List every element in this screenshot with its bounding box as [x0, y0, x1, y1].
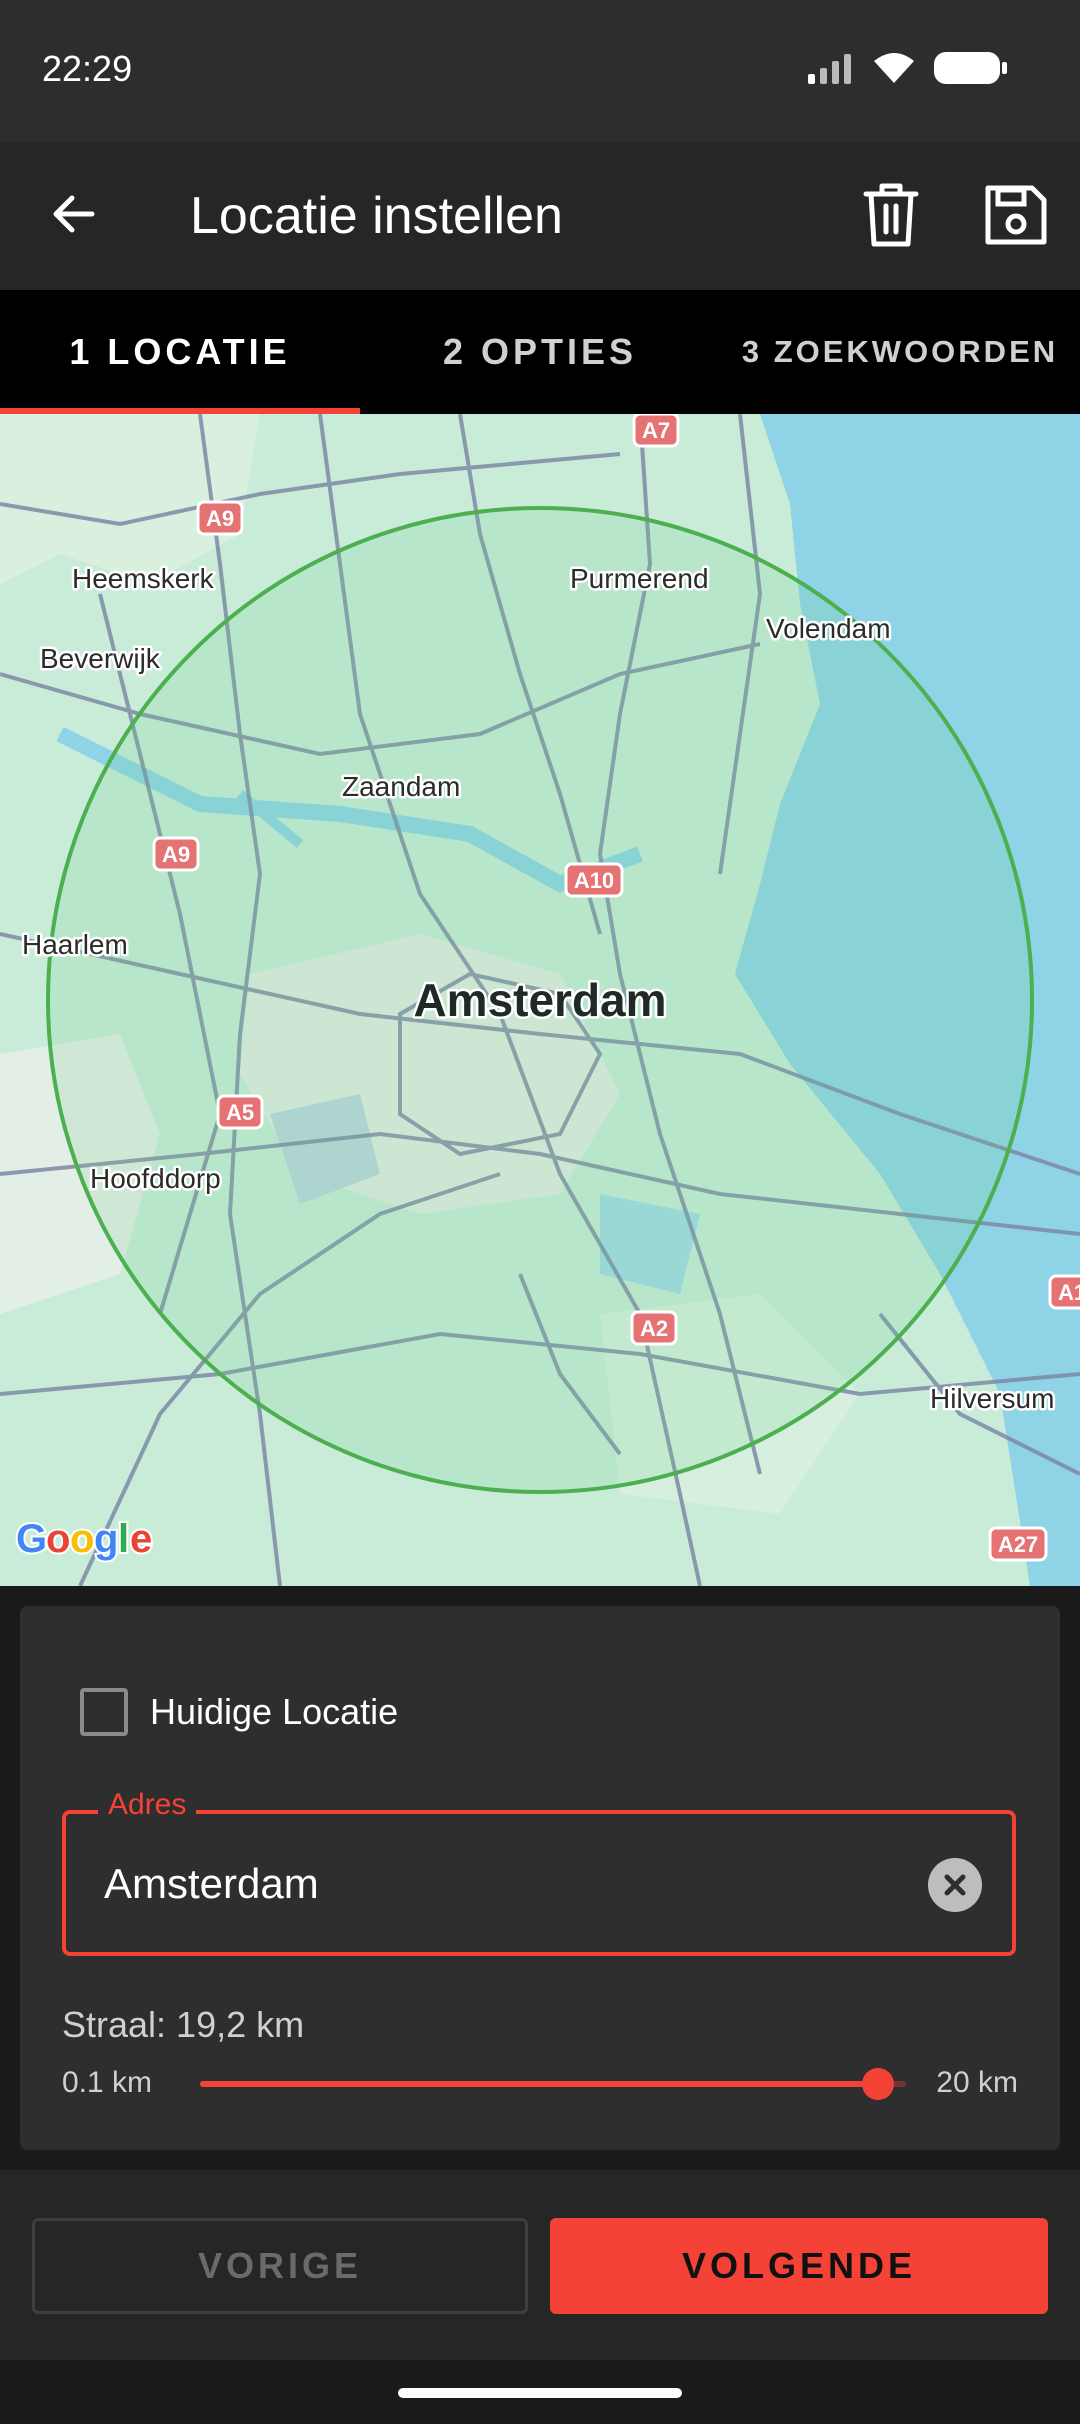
address-field-label: Adres [98, 1788, 197, 1822]
road-shield-a1: A1 [1048, 1274, 1080, 1310]
status-icons [808, 50, 1008, 86]
svg-text:A27: A27 [998, 1532, 1038, 1557]
address-input[interactable]: Amsterdam [104, 1860, 319, 1908]
place-label-amsterdam: Amsterdam [413, 974, 666, 1026]
road-shield-a27: A27 [988, 1526, 1048, 1562]
svg-text:o: o [70, 1517, 94, 1561]
tab-bar: 1 LOCATIE 2 OPTIES 3 ZOEKWOORDEN [0, 290, 1080, 414]
app-bar: Locatie instellen [0, 142, 1080, 290]
road-shield-a2: A2 [630, 1310, 678, 1346]
close-icon [944, 1874, 966, 1896]
place-label-purmerend: Purmerend [570, 563, 709, 594]
svg-text:A2: A2 [640, 1316, 668, 1341]
slider-fill [200, 2081, 878, 2087]
save-icon[interactable] [980, 180, 1050, 250]
status-time: 22:29 [42, 48, 133, 89]
road-shield-a9: A9 [152, 836, 200, 872]
svg-text:A5: A5 [226, 1100, 254, 1125]
slider-max-label: 20 km [936, 2066, 1018, 2099]
slider-thumb[interactable] [861, 2068, 894, 2100]
clear-address-button[interactable] [928, 1858, 982, 1912]
wifi-icon [874, 53, 914, 83]
svg-text:A9: A9 [206, 506, 234, 531]
road-shield-a5: A5 [216, 1094, 264, 1130]
location-form-panel: Huidige Locatie Adres Amsterdam Straal: … [20, 1606, 1060, 2150]
radius-slider[interactable] [200, 2062, 906, 2106]
road-shield-a7: A7 [632, 414, 680, 448]
svg-text:l: l [118, 1517, 129, 1561]
back-arrow-icon[interactable] [44, 184, 104, 244]
place-label-beverwijk: Beverwijk [40, 643, 161, 674]
road-shield-a10: A10 [564, 862, 624, 898]
navigation-bar [0, 2360, 1080, 2424]
svg-text:A7: A7 [642, 418, 670, 443]
current-location-checkbox[interactable] [80, 1688, 128, 1736]
svg-text:g: g [94, 1517, 118, 1561]
place-label-hoofddorp: Hoofddorp [90, 1163, 221, 1194]
map-view[interactable]: A7 A9 A9 A10 A5 A2 A1 A27 Heemskerk Beve… [0, 414, 1080, 1586]
slider-min-label: 0.1 km [62, 2066, 153, 2099]
previous-button[interactable]: VORIGE [32, 2218, 528, 2314]
svg-text:e: e [130, 1517, 152, 1561]
bottom-action-bar: VORIGE VOLGENDE [0, 2170, 1080, 2360]
svg-text:A10: A10 [574, 868, 614, 893]
place-label-hilversum: Hilversum [930, 1383, 1054, 1414]
radius-label: Straal: 19,2 km [62, 2004, 305, 2045]
address-field[interactable]: Adres Amsterdam [62, 1788, 1016, 1956]
svg-text:G: G [16, 1517, 47, 1561]
current-location-label: Huidige Locatie [150, 1691, 399, 1732]
google-logo: G o o g l e [14, 1515, 154, 1563]
svg-text:A1: A1 [1058, 1280, 1080, 1305]
next-button[interactable]: VOLGENDE [550, 2218, 1048, 2314]
tab-opties[interactable]: 2 OPTIES [360, 290, 720, 414]
current-location-row[interactable]: Huidige Locatie [80, 1688, 398, 1736]
status-bar: 22:29 [0, 0, 1080, 142]
home-indicator[interactable] [398, 2388, 682, 2398]
place-label-zaandam: Zaandam [342, 771, 460, 802]
place-label-volendam: Volendam [766, 613, 891, 644]
place-label-heemskerk: Heemskerk [72, 563, 215, 594]
tab-zoekwoorden[interactable]: 3 ZOEKWOORDEN [720, 290, 1080, 414]
page-title: Locatie instellen [190, 187, 563, 245]
svg-text:o: o [46, 1517, 70, 1561]
road-shield-a9: A9 [196, 500, 244, 536]
svg-text:A9: A9 [162, 842, 190, 867]
trash-icon[interactable] [858, 180, 924, 250]
battery-icon [934, 52, 1007, 84]
tab-locatie[interactable]: 1 LOCATIE [0, 290, 360, 414]
place-label-haarlem: Haarlem [22, 929, 128, 960]
cellular-signal-icon [808, 54, 851, 84]
